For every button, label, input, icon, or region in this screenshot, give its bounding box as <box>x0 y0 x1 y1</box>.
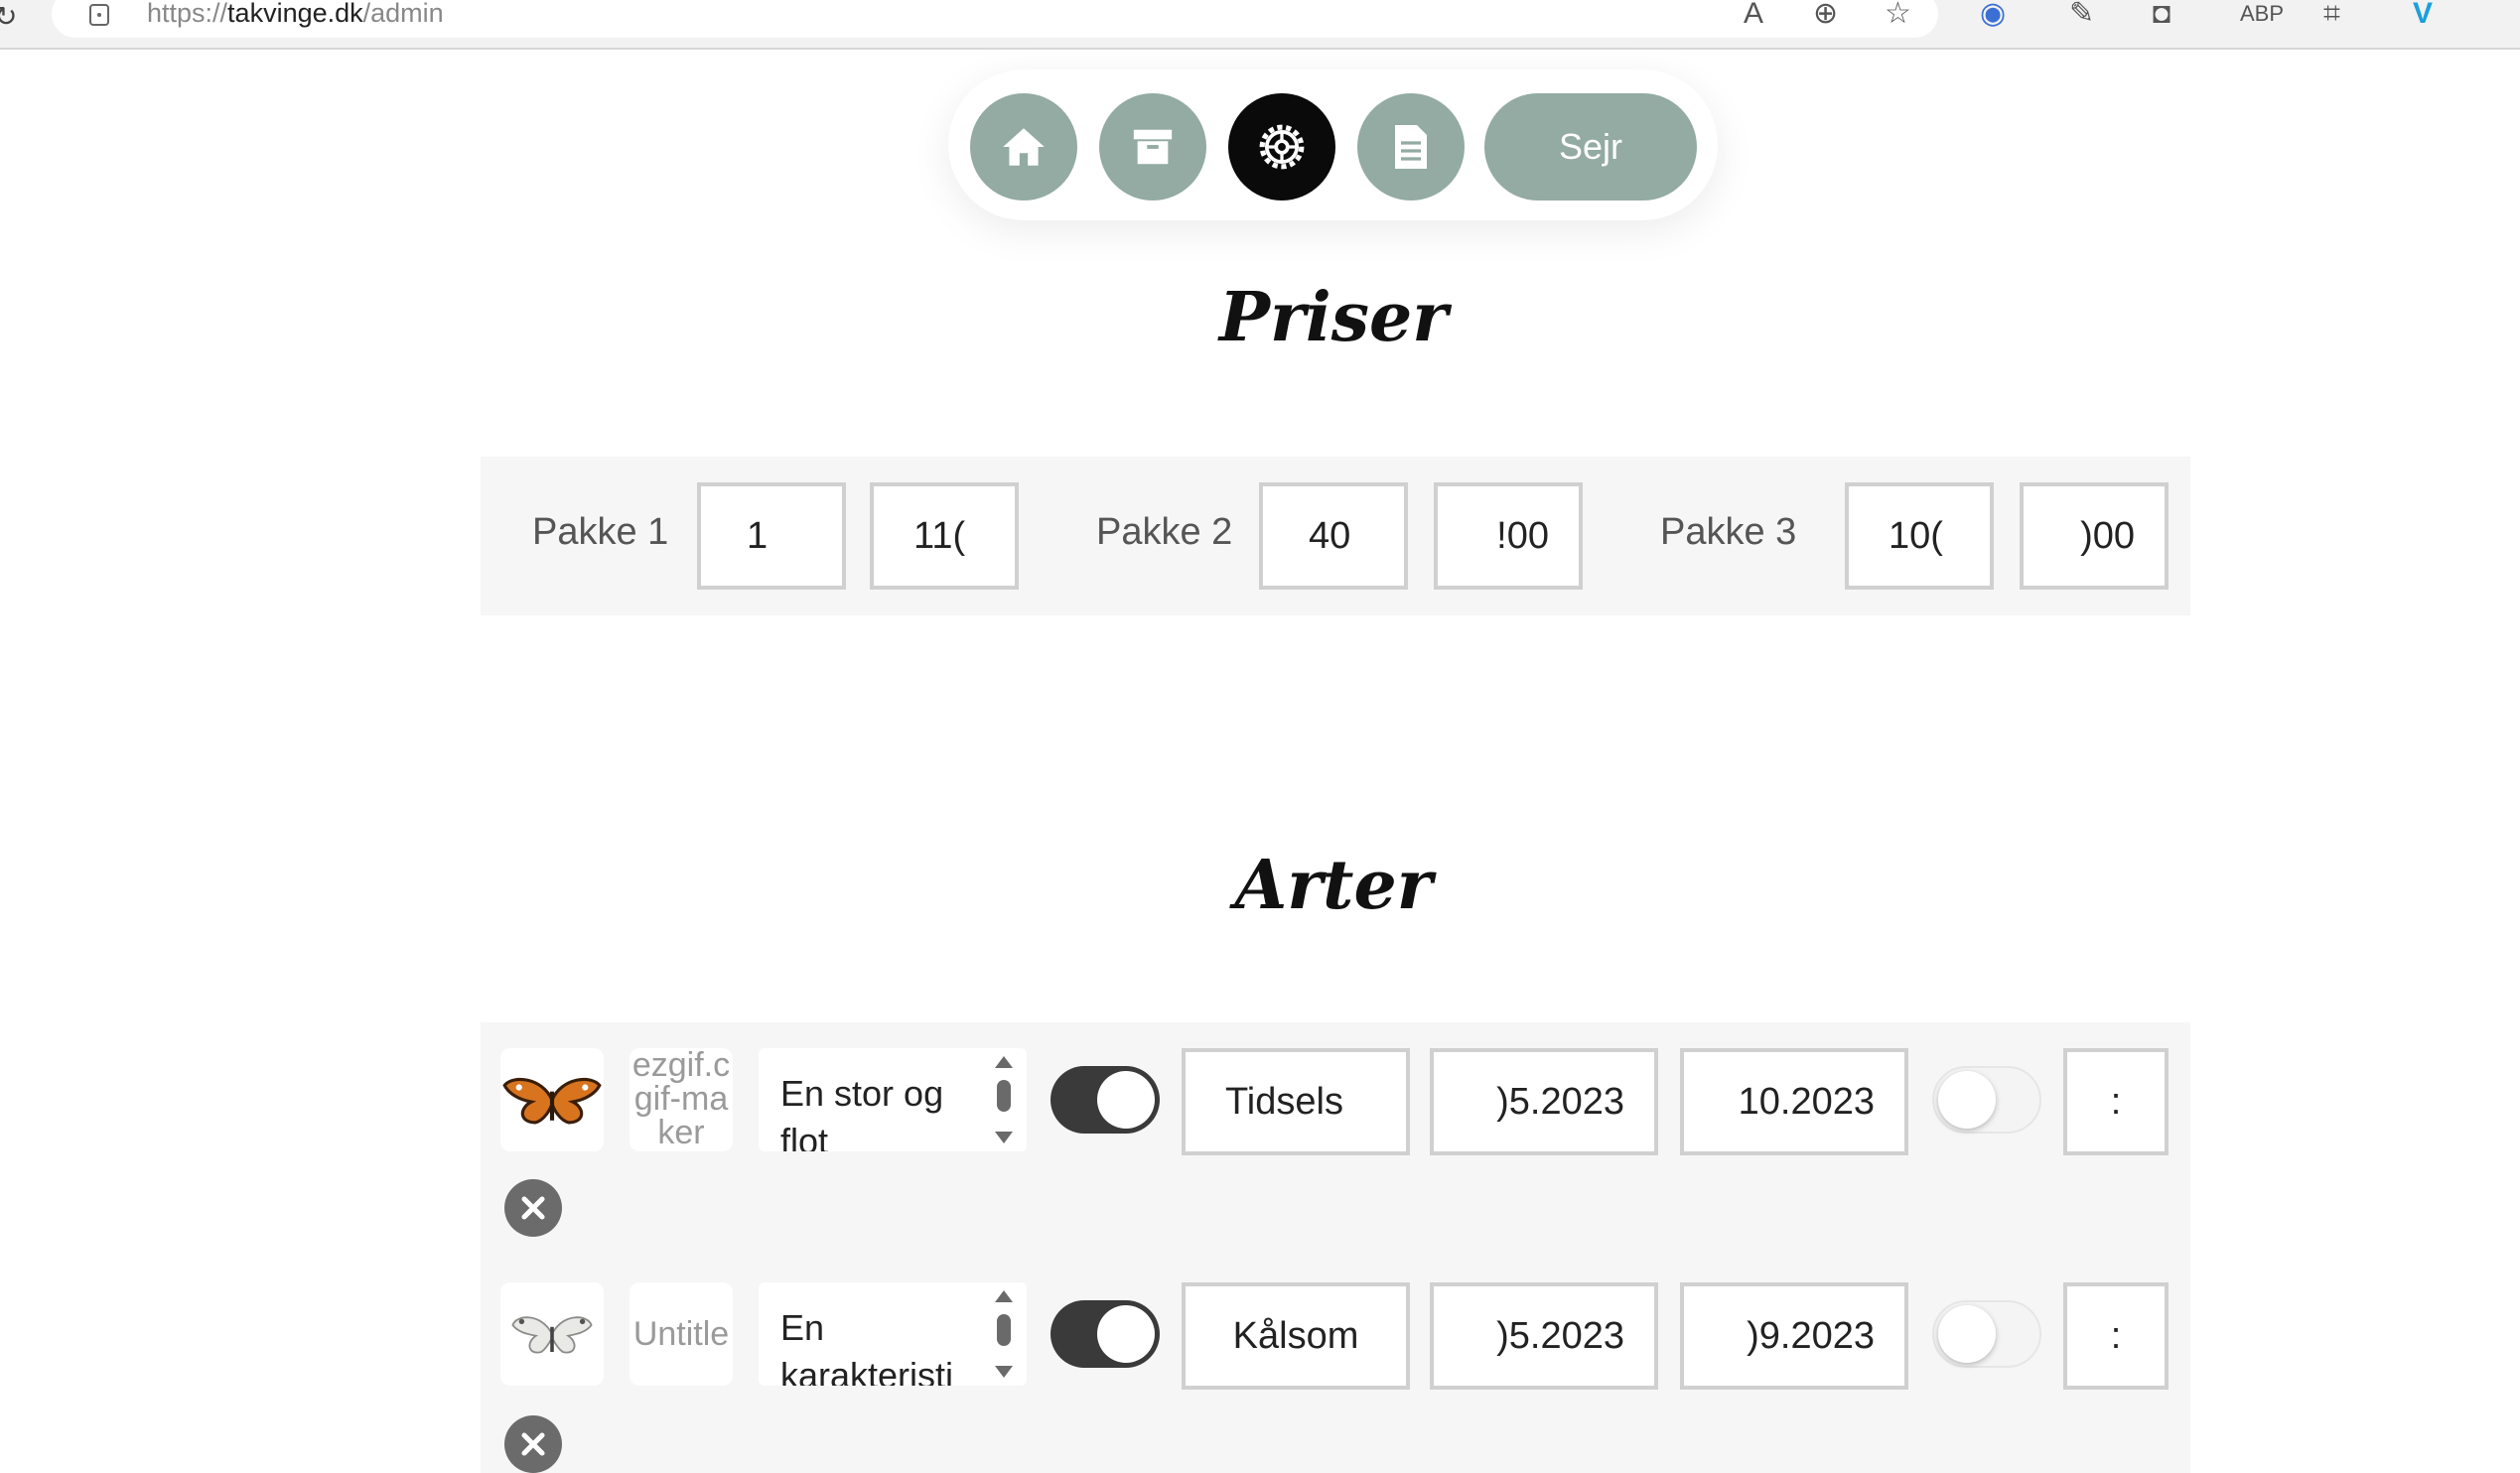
species-end-field[interactable]: 10.2023 <box>1680 1048 1908 1155</box>
species-title: Arter <box>1234 846 1433 925</box>
url-text[interactable]: https://takvinge.dk/admin <box>147 0 444 29</box>
password-icon[interactable]: ◉ <box>1980 0 2006 29</box>
species-description-text: En karakteristi <box>780 1307 954 1386</box>
document-button[interactable] <box>1357 93 1465 201</box>
species-panel: ezgif.c gif-maker En stor og flot Tidsel… <box>481 1022 2190 1473</box>
package-1-field-1[interactable]: 1 <box>697 482 846 590</box>
delete-species-button[interactable] <box>504 1415 562 1473</box>
archive-icon <box>1133 129 1173 165</box>
sejr-button[interactable]: Sejr <box>1484 93 1697 201</box>
archive-button[interactable] <box>1099 93 1206 201</box>
adblock-icon[interactable]: ABP <box>2240 0 2284 28</box>
description-scrollbar[interactable] <box>995 1290 1013 1378</box>
home-icon <box>1003 128 1045 166</box>
species-name-field[interactable]: Kålsom <box>1182 1282 1410 1390</box>
species-start-field[interactable]: )5.2023 <box>1430 1048 1658 1155</box>
package-2-label: Pakke 2 <box>1096 511 1233 553</box>
species-name-field[interactable]: Tidsels <box>1182 1048 1410 1155</box>
zoom-icon[interactable]: ⊕ <box>1813 0 1838 29</box>
species-end-field[interactable]: )9.2023 <box>1680 1282 1908 1390</box>
species-description[interactable]: En stor og flot <box>759 1048 1027 1151</box>
package-3-field-2[interactable]: )00 <box>2020 482 2169 590</box>
reload-icon[interactable]: ↻ <box>0 0 17 33</box>
browser-toolbar: ↻ https://takvinge.dk/admin A ⊕ ☆ ◉ ✎ ◘ … <box>0 0 2520 50</box>
settings-button[interactable] <box>1228 93 1335 201</box>
screenshot-icon[interactable]: ◘ <box>2153 0 2170 29</box>
close-icon <box>521 1432 545 1456</box>
species-thumbnail[interactable] <box>500 1282 604 1386</box>
extension-icon[interactable]: ✎ <box>2069 0 2094 29</box>
crop-icon[interactable]: ⌗ <box>2323 0 2340 29</box>
admin-nav: Sejr <box>948 69 1718 220</box>
package-3-field-1[interactable]: 10( <box>1845 482 1994 590</box>
package-2-field-2[interactable]: !00 <box>1434 482 1583 590</box>
document-icon <box>1395 125 1427 169</box>
white-butterfly-icon <box>511 1316 593 1354</box>
prices-title: Priser <box>1218 278 1449 357</box>
package-2-field-1[interactable]: 40 <box>1259 482 1408 590</box>
painted-lady-butterfly-icon <box>502 1077 602 1125</box>
vimeo-icon[interactable]: V <box>2413 0 2433 29</box>
species-start-field[interactable]: )5.2023 <box>1430 1282 1658 1390</box>
package-3-label: Pakke 3 <box>1660 511 1797 553</box>
species-extra-field[interactable]: : <box>2063 1048 2169 1155</box>
address-bar[interactable]: https://takvinge.dk/admin <box>52 0 1938 38</box>
prices-panel: Pakke 1 1 11( Pakke 2 40 !00 Pakke 3 10(… <box>481 457 2190 615</box>
read-aloud-icon[interactable]: A <box>1744 0 1763 29</box>
species-flag-toggle[interactable] <box>1932 1066 2041 1134</box>
species-flag-toggle[interactable] <box>1932 1300 2041 1368</box>
site-info-icon[interactable] <box>89 4 109 26</box>
species-active-toggle[interactable] <box>1050 1066 1160 1134</box>
home-button[interactable] <box>970 93 1077 201</box>
delete-species-button[interactable] <box>504 1179 562 1237</box>
close-icon <box>521 1196 545 1220</box>
species-extra-field[interactable]: : <box>2063 1282 2169 1390</box>
species-description[interactable]: En karakteristi <box>759 1282 1027 1386</box>
species-active-toggle[interactable] <box>1050 1300 1160 1368</box>
species-description-text: En stor og flot <box>780 1073 944 1151</box>
species-filename[interactable]: Untitle <box>630 1282 733 1386</box>
favorites-icon[interactable]: ☆ <box>1885 0 1911 29</box>
package-1-label: Pakke 1 <box>532 511 669 553</box>
package-1-field-2[interactable]: 11( <box>870 482 1019 590</box>
description-scrollbar[interactable] <box>995 1056 1013 1143</box>
species-thumbnail[interactable] <box>500 1048 604 1151</box>
species-filename[interactable]: ezgif.c gif-maker <box>630 1048 733 1151</box>
gear-icon <box>1259 124 1305 170</box>
